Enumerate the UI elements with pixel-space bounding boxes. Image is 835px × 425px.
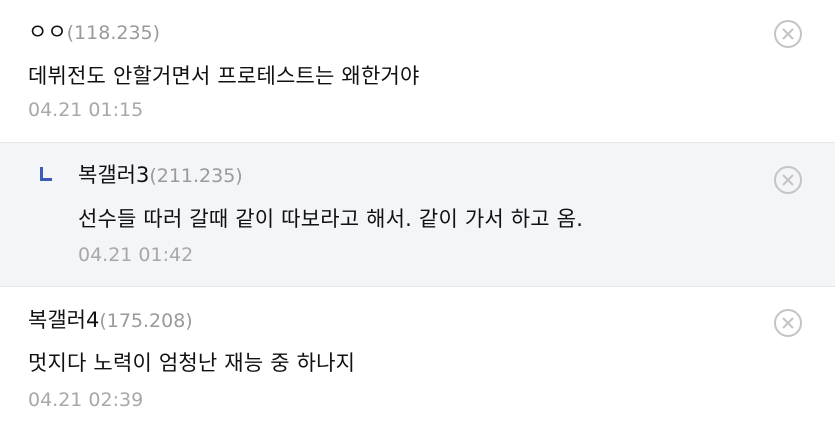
close-circle-icon <box>774 20 802 48</box>
comment-nickname[interactable]: ㅇㅇ <box>28 16 67 46</box>
comment-author-line: 복갤러4 (175.208) <box>28 304 193 338</box>
comment-text: 멋지다 노력이 엄청난 재능 중 하나지 <box>28 351 356 375</box>
comment-ip: (118.235) <box>66 22 161 44</box>
comment-ip: (175.208) <box>99 310 193 332</box>
comment-item: ㅇㅇ (118.235) 데뷔전도 안할거면서 프로테스트는 왜한거야 04.2… <box>0 0 835 142</box>
close-circle-icon <box>774 166 802 194</box>
comment-nickname[interactable]: 복갤러3 <box>78 159 149 189</box>
reply-corner-icon <box>40 167 52 181</box>
comment-text: 데뷔전도 안할거면서 프로테스트는 왜한거야 <box>28 64 420 88</box>
reply-item: 복갤러3 (211.235) 선수들 따러 갈때 같이 따보라고 해서. 같이 … <box>0 142 835 287</box>
comment-nickname[interactable]: 복갤러4 <box>28 304 99 334</box>
comment-text: 선수들 따러 갈때 같이 따보라고 해서. 같이 가서 하고 옴. <box>78 207 584 231</box>
comment-timestamp: 04.21 01:15 <box>28 99 144 121</box>
comment-ip: (211.235) <box>149 165 243 187</box>
comment-item: 복갤러4 (175.208) 멋지다 노력이 엄청난 재능 중 하나지 04.2… <box>0 287 835 425</box>
delete-comment-button[interactable] <box>773 308 803 338</box>
comment-timestamp: 04.21 01:42 <box>78 244 194 266</box>
comment-author-line: 복갤러3 (211.235) <box>78 159 243 193</box>
comment-author-line: ㅇㅇ (118.235) <box>28 16 160 50</box>
close-circle-icon <box>774 309 802 337</box>
comment-timestamp: 04.21 02:39 <box>28 389 144 411</box>
comment-list: ㅇㅇ (118.235) 데뷔전도 안할거면서 프로테스트는 왜한거야 04.2… <box>0 0 835 425</box>
delete-comment-button[interactable] <box>773 19 803 49</box>
delete-comment-button[interactable] <box>773 165 803 195</box>
